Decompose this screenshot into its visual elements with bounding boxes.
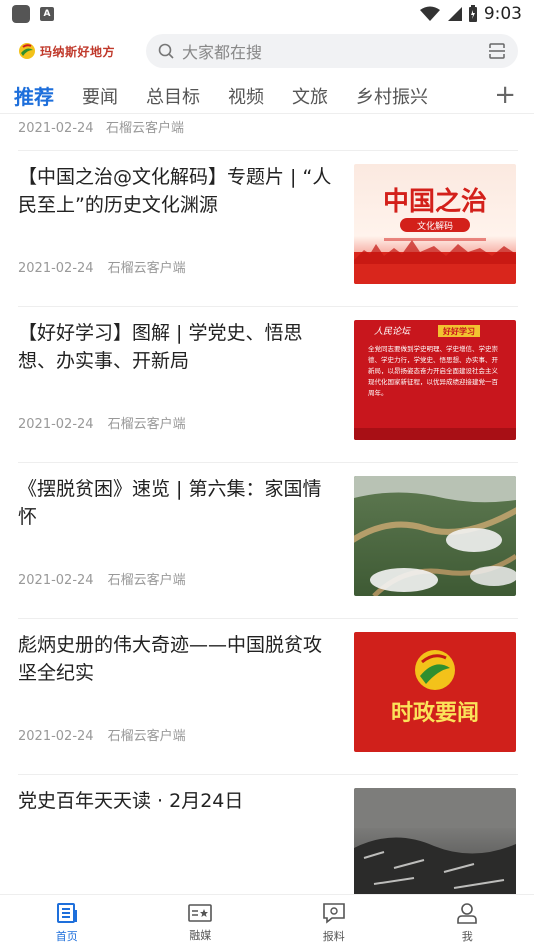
svg-text:人民论坛: 人民论坛 bbox=[374, 326, 411, 337]
nav-report[interactable]: 报料 bbox=[267, 895, 401, 950]
nav-me[interactable]: 我 bbox=[401, 895, 534, 950]
list-item[interactable]: 党史百年天天读 · 2月24日 bbox=[18, 774, 518, 894]
tab-culture-travel[interactable]: 文旅 bbox=[292, 83, 328, 109]
logo-text: 玛纳斯好地方 bbox=[40, 44, 116, 59]
app-notification-icon: A bbox=[40, 7, 54, 21]
user-profile-icon bbox=[457, 902, 478, 924]
partial-item-meta: 2021-02-24 石榴云客户端 bbox=[18, 121, 184, 136]
battery-icon bbox=[468, 5, 477, 22]
news-feed: 2021-02-24 石榴云客户端 【中国之治@文化解码】专题片 | “人民至上… bbox=[0, 114, 534, 894]
list-item[interactable]: 彪炳史册的伟大奇迹——中国脱贫攻坚全纪实 2021-02-24 石榴云客户端 时政… bbox=[18, 618, 518, 774]
article-title[interactable]: 【好好学习】图解 | 学党史、悟思想、办实事、开新局 bbox=[18, 319, 338, 375]
article-thumbnail[interactable]: 人民论坛 好好学习 全党同志要做到学史明理、学史增信、学史崇德、学史力行，学党史… bbox=[354, 320, 516, 440]
list-item[interactable]: 《摆脱贫困》速览 | 第六集：家国情怀 2021-02-24 石榴云客户端 bbox=[18, 462, 518, 618]
article-meta: 2021-02-24 石榴云客户端 bbox=[18, 573, 186, 588]
wifi-icon bbox=[419, 6, 440, 21]
header: 玛纳斯好地方 大家都在搜 bbox=[0, 28, 534, 74]
list-item[interactable]: 【中国之治@文化解码】专题片 | “人民至上”的历史文化渊源 2021-02-2… bbox=[18, 150, 518, 306]
report-chat-icon bbox=[322, 902, 345, 924]
tab-headlines[interactable]: 要闻 bbox=[82, 83, 118, 109]
article-meta: 2021-02-24 石榴云客户端 bbox=[18, 261, 186, 276]
nav-media[interactable]: 融媒 bbox=[134, 895, 268, 950]
svg-text:文化解码: 文化解码 bbox=[417, 220, 453, 232]
article-title[interactable]: 彪炳史册的伟大奇迹——中国脱贫攻坚全纪实 bbox=[18, 631, 338, 687]
list-item[interactable]: 【好好学习】图解 | 学党史、悟思想、办实事、开新局 2021-02-24 石榴云… bbox=[18, 306, 518, 462]
article-thumbnail[interactable] bbox=[354, 476, 516, 596]
search-bar[interactable]: 大家都在搜 bbox=[146, 34, 518, 68]
logo-emblem-icon bbox=[19, 43, 35, 59]
search-icon bbox=[158, 43, 174, 59]
tab-video[interactable]: 视频 bbox=[228, 83, 264, 109]
article-meta: 2021-02-24 石榴云客户端 bbox=[18, 417, 186, 432]
article-title[interactable]: 《摆脱贫困》速览 | 第六集：家国情怀 bbox=[18, 475, 338, 531]
notification-icon bbox=[12, 5, 30, 23]
tab-rural[interactable]: 乡村振兴 bbox=[356, 83, 428, 109]
channel-tabs: 推荐 要闻 总目标 视频 文旅 乡村振兴 + bbox=[0, 78, 534, 114]
status-bar: A 9:03 bbox=[0, 0, 534, 28]
tab-recommend[interactable]: 推荐 bbox=[14, 81, 54, 110]
svg-text:中国之治: 中国之治 bbox=[383, 186, 487, 217]
tab-goals[interactable]: 总目标 bbox=[146, 83, 200, 109]
nav-home[interactable]: 首页 bbox=[0, 895, 134, 950]
add-channel-icon[interactable]: + bbox=[494, 80, 516, 110]
home-news-icon bbox=[56, 902, 77, 923]
article-meta: 2021-02-24 石榴云客户端 bbox=[18, 729, 186, 744]
article-thumbnail[interactable] bbox=[354, 788, 516, 894]
article-title[interactable]: 【中国之治@文化解码】专题片 | “人民至上”的历史文化渊源 bbox=[18, 163, 338, 219]
scan-icon[interactable] bbox=[488, 42, 506, 60]
svg-text:好好学习: 好好学习 bbox=[442, 326, 475, 336]
svg-text:时政要闻: 时政要闻 bbox=[391, 700, 479, 726]
bottom-nav: 首页 融媒 报料 我 bbox=[0, 894, 534, 950]
search-input[interactable]: 大家都在搜 bbox=[182, 39, 488, 63]
article-thumbnail[interactable]: 时政要闻 bbox=[354, 632, 516, 752]
app-logo[interactable]: 玛纳斯好地方 bbox=[18, 42, 140, 60]
article-thumbnail[interactable]: 中国之治 文化解码 bbox=[354, 164, 516, 284]
media-card-icon bbox=[188, 903, 213, 922]
clock: 9:03 bbox=[483, 4, 522, 24]
signal-icon bbox=[447, 7, 462, 21]
article-title[interactable]: 党史百年天天读 · 2月24日 bbox=[18, 787, 338, 815]
